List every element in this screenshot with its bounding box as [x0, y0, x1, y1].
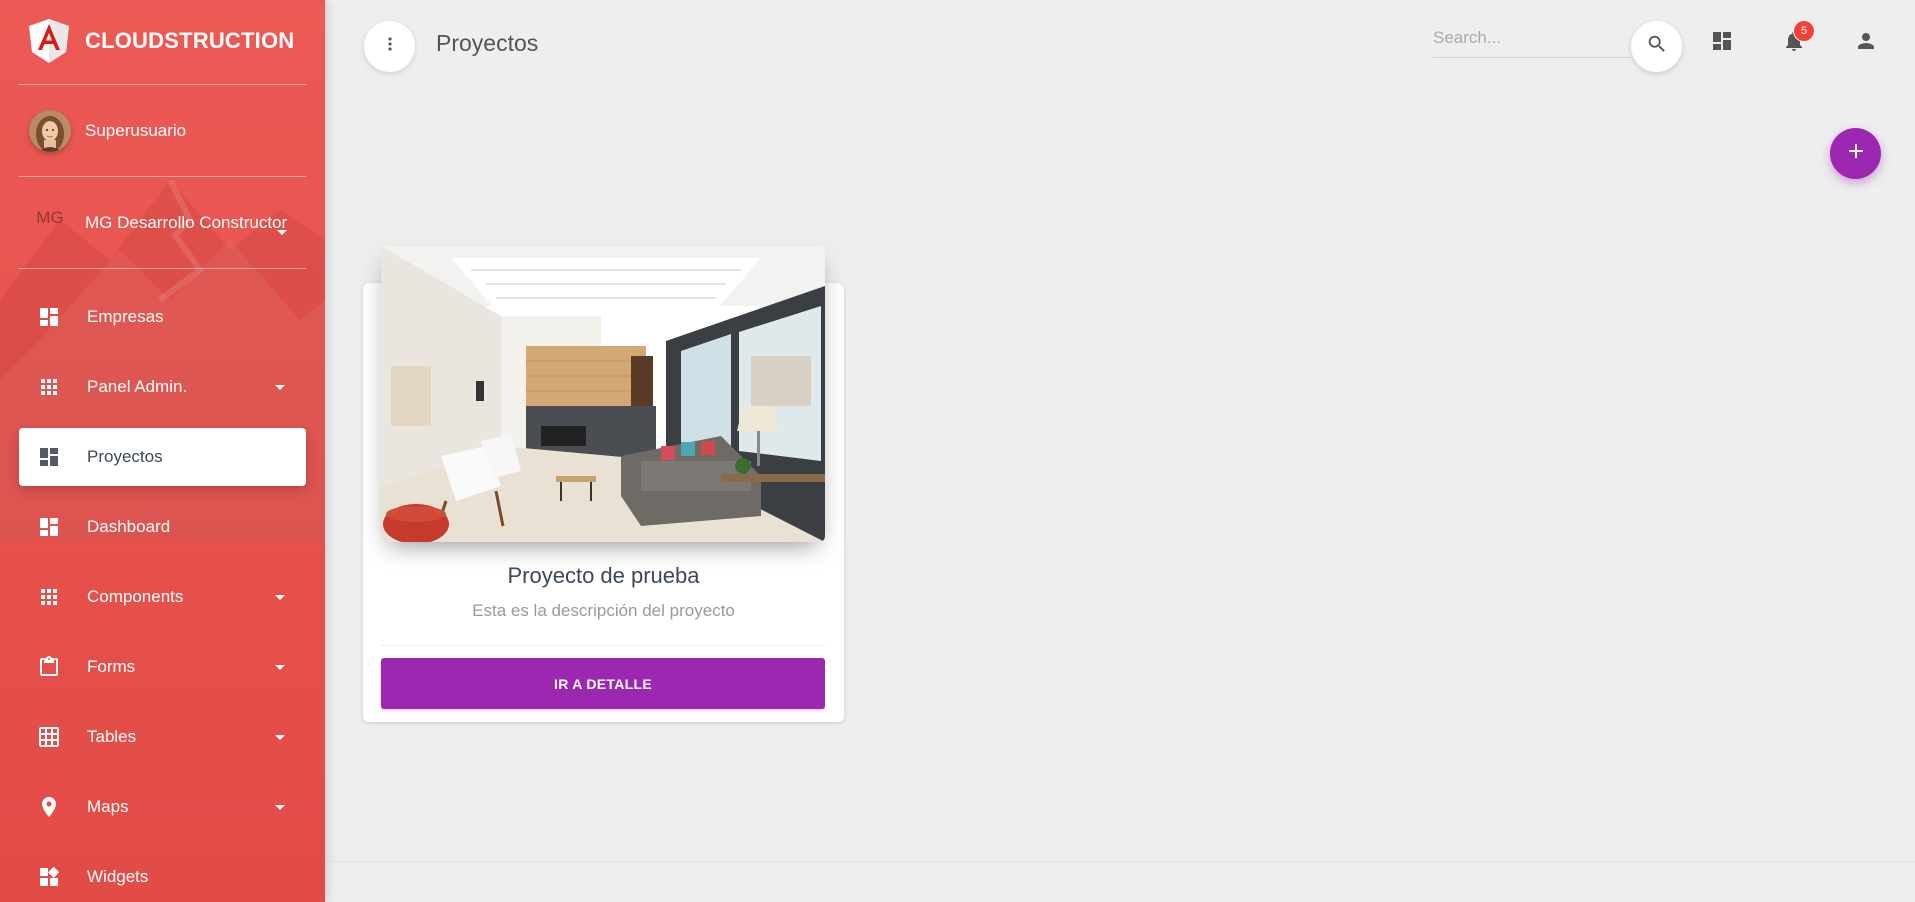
chevron-down-icon [275, 665, 285, 670]
sidebar-item-label: Components [87, 587, 184, 606]
sidebar-item-label: Proyectos [87, 447, 163, 466]
add-project-button[interactable] [1830, 128, 1881, 179]
sidebar-divider [19, 84, 306, 85]
company-selector[interactable]: MG MG Desarrollo Constructor [29, 202, 287, 244]
more-options-button[interactable] [364, 21, 415, 72]
card-divider [381, 645, 825, 646]
apps-grid-icon [36, 584, 62, 610]
search-icon [1646, 33, 1668, 60]
dashboard-icon [36, 304, 62, 330]
project-card: Proyecto de prueba Esta es la descripció… [363, 246, 844, 722]
sidebar-item-tables[interactable]: Tables [19, 708, 306, 766]
search-button[interactable] [1631, 21, 1682, 72]
sidebar-item-label: Empresas [87, 307, 164, 326]
plus-icon [1846, 141, 1866, 166]
sidebar-item-empresas[interactable]: Empresas [19, 288, 306, 346]
project-title: Proyecto de prueba [507, 563, 700, 588]
dashboard-icon [36, 444, 62, 470]
brand-name: CLOUDSTRUCTION [85, 28, 295, 53]
avatar [29, 110, 71, 152]
chevron-down-icon [275, 385, 285, 390]
search-field[interactable] [1433, 24, 1631, 58]
sidebar-item-label: Dashboard [87, 517, 171, 536]
place-icon [36, 794, 62, 820]
account-button[interactable] [1851, 28, 1881, 58]
sidebar-item-widgets[interactable]: Widgets [19, 848, 306, 902]
sidebar-item-forms[interactable]: Forms [19, 638, 306, 696]
apps-grid-icon [36, 374, 62, 400]
sidebar-divider [19, 268, 306, 269]
project-description: Esta es la descripción del proyecto [472, 601, 735, 620]
chevron-down-icon [275, 735, 285, 740]
sidebar-item-maps[interactable]: Maps [19, 778, 306, 836]
widgets-icon [36, 864, 62, 890]
footer-divider [325, 861, 1915, 862]
sidebar: CLOUDSTRUCTION Superusuario MG MG Desarr… [0, 0, 325, 902]
go-to-detail-button[interactable]: IR A DETALLE [381, 658, 825, 709]
chevron-down-icon [275, 805, 285, 810]
sidebar-item-label: Widgets [87, 867, 149, 886]
person-icon [1854, 29, 1878, 58]
sidebar-item-proyectos[interactable]: Proyectos [19, 428, 306, 486]
clipboard-icon [36, 654, 62, 680]
sidebar-divider [19, 176, 306, 177]
company-name: MG Desarrollo Constructor [85, 213, 288, 232]
sidebar-item-label: Tables [87, 727, 137, 746]
grid-on-icon [36, 724, 62, 750]
project-image[interactable] [381, 246, 825, 542]
dashboard-icon [1710, 29, 1734, 58]
dashboard-button[interactable] [1707, 28, 1737, 58]
sidebar-item-components[interactable]: Components [19, 568, 306, 626]
dashboard-icon [36, 514, 62, 540]
user-profile[interactable]: Superusuario [29, 110, 186, 152]
notification-badge: 5 [1793, 20, 1815, 42]
sidebar-item-label: Panel Admin. [87, 377, 188, 396]
more-vert-icon [380, 34, 400, 59]
brand[interactable]: CLOUDSTRUCTION [29, 19, 294, 63]
company-initials: MG [36, 208, 64, 227]
user-name: Superusuario [85, 121, 187, 140]
angular-logo-icon [29, 19, 69, 63]
search-input[interactable] [1433, 24, 1631, 52]
sidebar-item-dashboard[interactable]: Dashboard [19, 498, 306, 556]
sidebar-item-panel-admin[interactable]: Panel Admin. [19, 358, 306, 416]
chevron-down-icon [277, 230, 287, 235]
chevron-down-icon [275, 595, 285, 600]
sidebar-item-label: Maps [87, 797, 129, 816]
sidebar-item-label: Forms [87, 657, 136, 676]
page-title: Proyectos [436, 30, 539, 56]
